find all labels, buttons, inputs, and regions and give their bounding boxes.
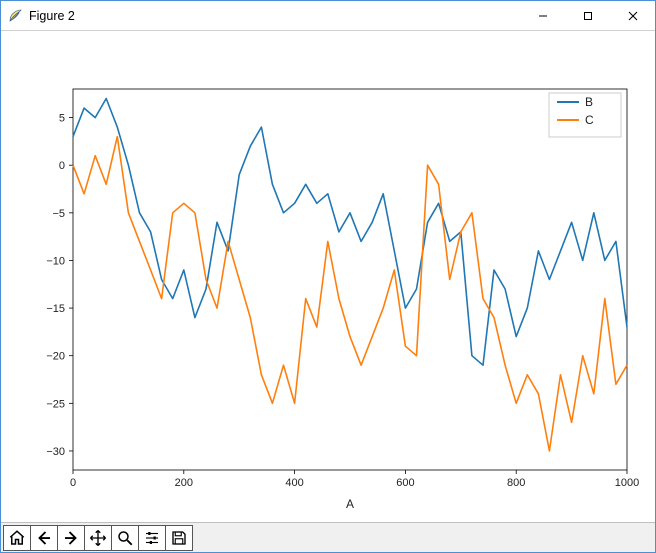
svg-text:A: A xyxy=(346,497,354,511)
titlebar[interactable]: Figure 2 xyxy=(1,1,655,31)
svg-text:800: 800 xyxy=(507,477,525,489)
arrow-left-icon xyxy=(35,529,53,547)
svg-text:600: 600 xyxy=(396,477,414,489)
svg-text:−15: −15 xyxy=(46,303,65,315)
forward-button[interactable] xyxy=(57,525,85,551)
save-button[interactable] xyxy=(165,525,193,551)
svg-text:−30: −30 xyxy=(46,446,65,458)
svg-text:B: B xyxy=(585,95,593,109)
sliders-icon xyxy=(143,529,161,547)
svg-text:0: 0 xyxy=(59,160,65,172)
svg-text:200: 200 xyxy=(175,477,193,489)
svg-text:1000: 1000 xyxy=(615,477,639,489)
move-icon xyxy=(89,529,107,547)
chart-canvas: 0 200 400 600 800 1000 −30 −25 −20 −15 −10 −5 0 5 A BC xyxy=(1,31,655,522)
window-title: Figure 2 xyxy=(29,9,520,23)
pan-button[interactable] xyxy=(84,525,112,551)
save-icon xyxy=(170,529,188,547)
window-frame: Figure 2 0 200 400 600 800 1000 −30 −25 −20 −15 −1… xyxy=(0,0,656,553)
minimize-button[interactable] xyxy=(520,1,565,31)
back-button[interactable] xyxy=(30,525,58,551)
svg-text:−10: −10 xyxy=(46,255,65,267)
app-icon xyxy=(7,8,23,24)
configure-button[interactable] xyxy=(138,525,166,551)
svg-text:−20: −20 xyxy=(46,351,65,363)
plot-area[interactable]: 0 200 400 600 800 1000 −30 −25 −20 −15 −10 −5 0 5 A BC xyxy=(1,31,655,522)
svg-text:0: 0 xyxy=(70,477,76,489)
svg-text:C: C xyxy=(585,113,594,127)
maximize-button[interactable] xyxy=(565,1,610,31)
close-button[interactable] xyxy=(610,1,655,31)
arrow-right-icon xyxy=(62,529,80,547)
zoom-button[interactable] xyxy=(111,525,139,551)
svg-text:400: 400 xyxy=(285,477,303,489)
home-icon xyxy=(8,529,26,547)
svg-text:5: 5 xyxy=(59,113,65,125)
svg-text:−5: −5 xyxy=(52,208,65,220)
zoom-icon xyxy=(116,529,134,547)
svg-text:−25: −25 xyxy=(46,398,65,410)
toolbar xyxy=(1,522,655,552)
home-button[interactable] xyxy=(3,525,31,551)
